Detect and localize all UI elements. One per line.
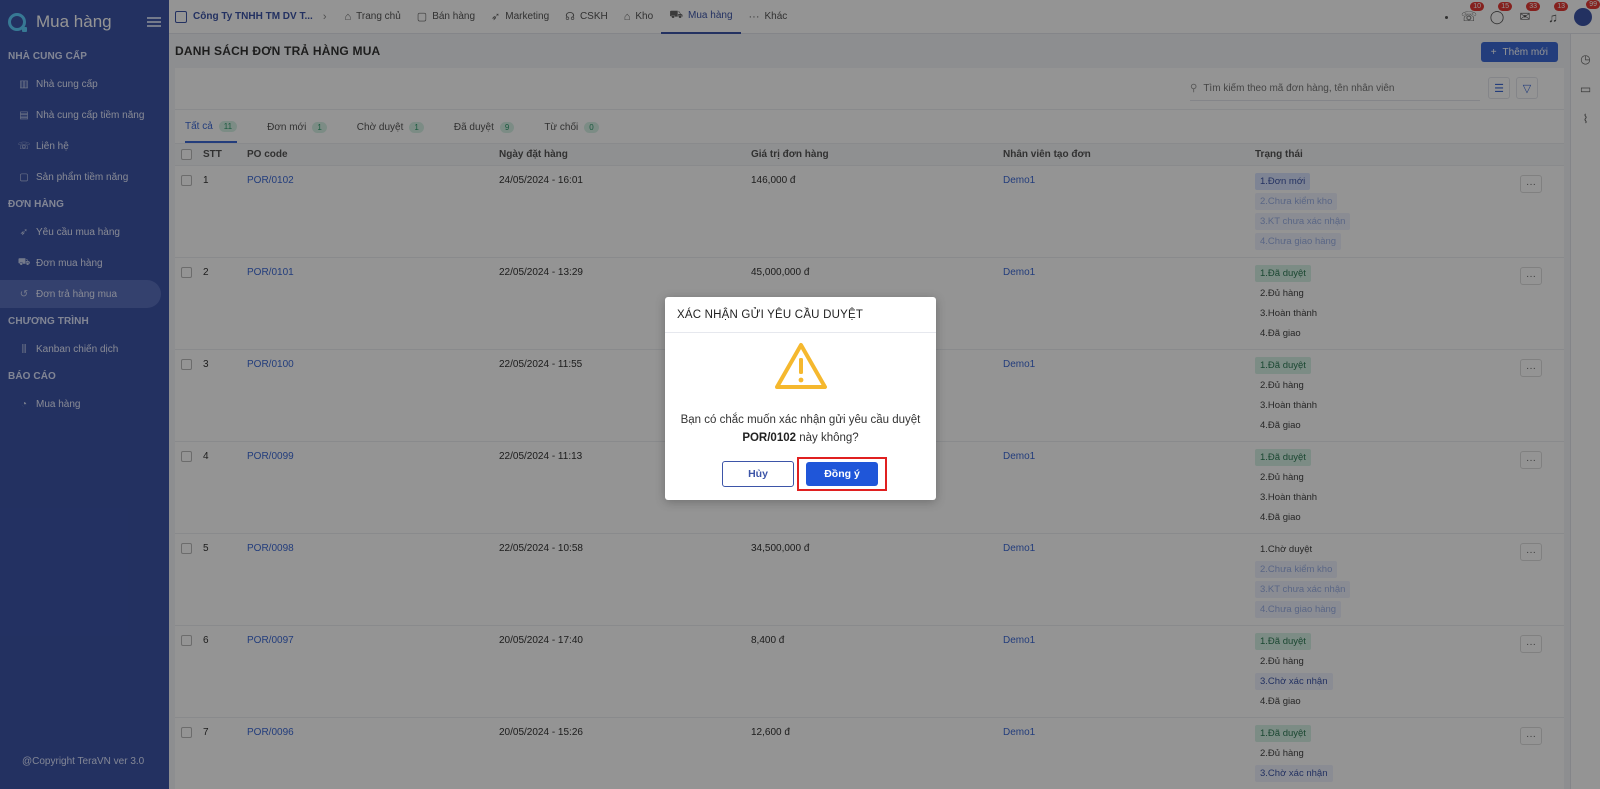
dialog-message-tail: này không? [796,432,859,444]
modal-overlay: XÁC NHẬN GỬI YÊU CẦU DUYỆT Bạn có chắc m… [0,0,1600,789]
dialog-title: XÁC NHẬN GỬI YÊU CẦU DUYỆT [665,297,936,333]
confirm-dialog: XÁC NHẬN GỬI YÊU CẦU DUYỆT Bạn có chắc m… [665,297,936,500]
dialog-message: Bạn có chắc muốn xác nhận gửi yêu cầu du… [673,411,928,447]
confirm-button[interactable]: Đồng ý [806,462,878,486]
warning-icon [775,343,827,389]
cancel-button[interactable]: Hủy [722,461,794,487]
dialog-po-code: POR/0102 [742,432,797,444]
dialog-message-text: Bạn có chắc muốn xác nhận gửi yêu cầu du… [680,414,921,426]
